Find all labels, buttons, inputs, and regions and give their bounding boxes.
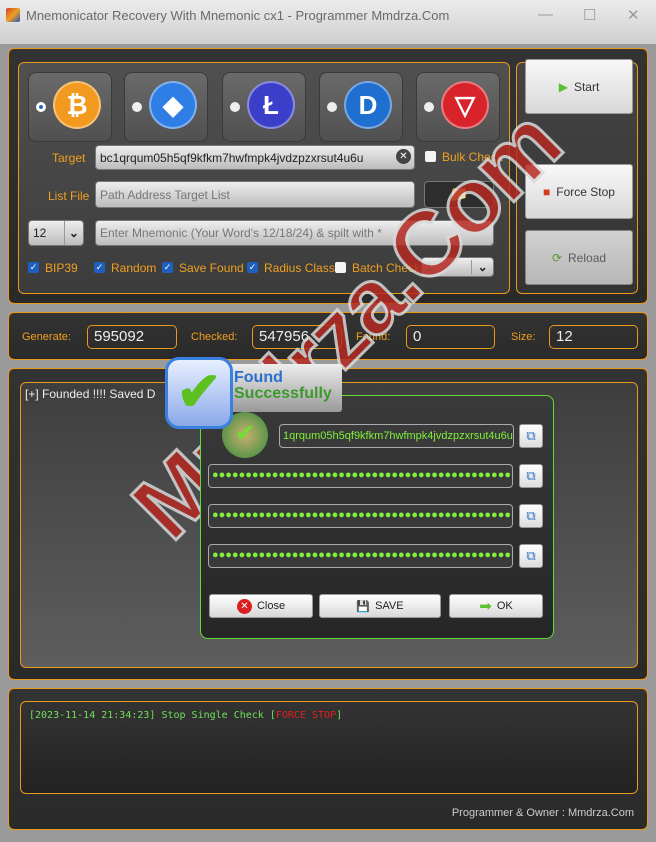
- clear-icon[interactable]: ✕: [396, 149, 411, 164]
- found-count: 0: [406, 325, 495, 349]
- save-button[interactable]: 💾 SAVE: [319, 594, 441, 618]
- batch-count-select[interactable]: 1 ⌄: [421, 257, 494, 277]
- close-label: Close: [256, 600, 286, 612]
- log-end: ]: [336, 710, 343, 721]
- batch-check-checkbox[interactable]: [335, 262, 346, 273]
- start-label: Start: [573, 79, 600, 94]
- random-label: Random: [111, 261, 157, 275]
- target-input[interactable]: bc1qrqum05h5qf9kfkm7hwfmpk4jvdzpzxrsut4u…: [95, 145, 415, 170]
- found-label: Found:: [356, 331, 391, 343]
- batch-check-label: Batch Check: [352, 261, 421, 275]
- litecoin-icon: Ł: [247, 81, 295, 129]
- copy-icon[interactable]: ⧉: [519, 424, 543, 448]
- radio-button[interactable]: [132, 102, 142, 112]
- coin-option-ethereum[interactable]: ◆: [124, 72, 208, 142]
- radio-button[interactable]: [230, 102, 240, 112]
- save-found-label: Save Found: [179, 261, 244, 275]
- coin-option-bitcoin[interactable]: ₿: [28, 72, 112, 142]
- batch-count-value: 1: [426, 260, 433, 274]
- random-checkbox[interactable]: ✓: [94, 262, 105, 273]
- window-title: Mnemonicator Recovery With Mnemonic cx1 …: [26, 8, 450, 23]
- generate-count: 595092: [87, 325, 177, 349]
- tron-icon: ▽: [441, 81, 489, 129]
- app-icon: [6, 8, 20, 22]
- coin-option-litecoin[interactable]: Ł: [222, 72, 306, 142]
- force-stop-label: Force Stop: [556, 184, 615, 199]
- size-label: Size:: [511, 331, 536, 343]
- found-address-field[interactable]: 1qrqum05h5qf9kfkm7hwfmpk4jvdzpzxrsut4u6u: [279, 424, 514, 448]
- check-icon: ✔: [165, 357, 233, 429]
- ok-label: OK: [496, 600, 513, 612]
- mnemonic-placeholder: Enter Mnemonic (Your Word's 12/18/24) & …: [100, 226, 382, 240]
- copy-icon[interactable]: ⧉: [519, 544, 543, 568]
- bip39-checkbox[interactable]: ✓: [28, 262, 39, 273]
- mnemonic-input[interactable]: Enter Mnemonic (Your Word's 12/18/24) & …: [95, 220, 494, 246]
- list-file-label: List File: [48, 189, 90, 203]
- checked-count: 547956: [252, 325, 342, 349]
- word-count-value: 12: [33, 226, 47, 240]
- radius-class-label: Radius Class: [264, 261, 335, 275]
- minimize-button[interactable]: —: [538, 6, 553, 23]
- reload-button[interactable]: ⟳ Reload: [525, 230, 633, 285]
- log-status: FORCE STOP: [275, 710, 337, 721]
- log-line: [2023-11-14 21:34:23] Stop Single Check …: [29, 710, 342, 721]
- reload-icon: ⟳: [551, 250, 563, 265]
- start-button[interactable]: ▶ Start: [525, 59, 633, 114]
- radius-class-checkbox[interactable]: ✓: [247, 262, 258, 273]
- log-timestamp: [2023-11-14 21:34:23]: [29, 710, 156, 721]
- bulk-check-checkbox[interactable]: [425, 151, 436, 162]
- play-icon: ▶: [558, 79, 568, 94]
- reload-label: Reload: [568, 250, 607, 265]
- chevron-down-icon: ⌄: [63, 221, 83, 245]
- close-button[interactable]: ✕ Close: [209, 594, 313, 618]
- badge-subtitle: Successfully: [234, 385, 332, 402]
- coin-option-dash[interactable]: D: [319, 72, 403, 142]
- arrow-right-icon: ➡: [479, 598, 492, 615]
- chevron-down-icon: ⌄: [471, 260, 493, 274]
- list-file-placeholder: Path Address Target List: [100, 187, 230, 202]
- masked-field-3[interactable]: ●●●●●●●●●●●●●●●●●●●●●●●●●●●●●●●●●●●●●●●●…: [208, 544, 513, 568]
- log-message: Stop Single Check [: [155, 710, 276, 721]
- masked-field-2[interactable]: ●●●●●●●●●●●●●●●●●●●●●●●●●●●●●●●●●●●●●●●●…: [208, 504, 513, 528]
- copy-icon[interactable]: ⧉: [519, 504, 543, 528]
- coin-option-tron[interactable]: ▽: [416, 72, 500, 142]
- close-icon: ✕: [236, 598, 252, 614]
- save-label: SAVE: [375, 600, 404, 612]
- masked-field-1[interactable]: ●●●●●●●●●●●●●●●●●●●●●●●●●●●●●●●●●●●●●●●●…: [208, 464, 513, 488]
- radio-button[interactable]: [327, 102, 337, 112]
- force-stop-button[interactable]: ■ Force Stop: [525, 164, 633, 219]
- ok-button[interactable]: ➡ OK: [449, 594, 543, 618]
- folder-icon: 📁: [449, 186, 469, 203]
- footer-credit: Programmer & Owner : Mmdrza.Com: [451, 807, 634, 819]
- badge-title: Found: [234, 369, 283, 386]
- size-value: 12: [549, 325, 638, 349]
- target-value: bc1qrqum05h5qf9kfkm7hwfmpk4jvdzpzxrsut4u…: [100, 150, 364, 165]
- radio-button[interactable]: [424, 102, 434, 112]
- close-window-button[interactable]: ✕: [627, 6, 640, 24]
- list-file-input[interactable]: Path Address Target List: [95, 181, 415, 208]
- dash-icon: D: [344, 81, 392, 129]
- generate-label: Generate:: [22, 331, 71, 343]
- bulk-check-label: Bulk Check: [442, 150, 503, 164]
- target-label: Target: [52, 151, 86, 165]
- save-found-checkbox[interactable]: ✓: [162, 262, 173, 273]
- radio-button[interactable]: [36, 102, 46, 112]
- maximize-button[interactable]: ☐: [583, 6, 596, 24]
- bip39-label: BIP39: [45, 261, 78, 275]
- stop-icon: ■: [543, 184, 551, 199]
- floppy-icon: 💾: [356, 600, 371, 613]
- word-count-select[interactable]: 12 ⌄: [28, 220, 84, 246]
- bitcoin-icon: ₿: [53, 81, 101, 129]
- checked-label: Checked:: [191, 331, 238, 343]
- result-text: [+] Founded !!!! Saved D: [25, 387, 156, 401]
- browse-folder-button[interactable]: 📁: [424, 181, 494, 208]
- copy-icon[interactable]: ⧉: [519, 464, 543, 488]
- ethereum-icon: ◆: [149, 81, 197, 129]
